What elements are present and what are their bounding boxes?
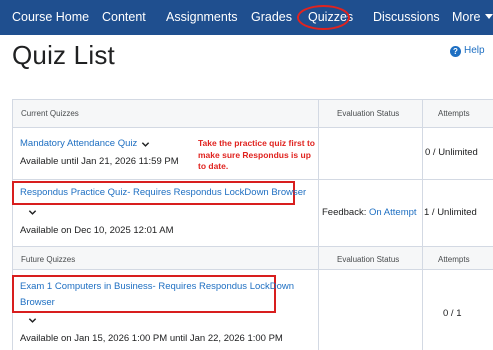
course-navbar: Course Home Content Assignments Grades Q… — [0, 0, 493, 35]
column-divider — [318, 100, 319, 350]
nav-more-label: More — [452, 10, 481, 24]
attempts-header-future: Attempts — [438, 255, 470, 264]
chevron-down-icon[interactable] — [28, 208, 37, 217]
nav-more[interactable]: More — [452, 10, 493, 24]
nav-course-home[interactable]: Course Home — [12, 10, 89, 24]
page-title: Quiz List — [12, 40, 115, 70]
evaluation-status-header-future: Evaluation Status — [337, 255, 400, 264]
evaluation-status: Feedback: On Attempt — [322, 207, 417, 218]
quiz-link-mandatory-attendance[interactable]: Mandatory Attendance Quiz — [20, 138, 137, 149]
instructor-note: Take the practice quiz first to make sur… — [198, 138, 315, 171]
quiz-link-respondus-practice[interactable]: Respondus Practice Quiz- Requires Respon… — [20, 187, 306, 198]
nav-assignments[interactable]: Assignments — [166, 10, 238, 24]
chevron-down-icon — [485, 14, 493, 20]
quiz-link-exam-1-continued[interactable]: Browser — [20, 297, 55, 308]
current-quizzes-header: Current Quizzes — [21, 109, 79, 118]
evaluation-status-header: Evaluation Status — [337, 109, 400, 118]
nav-discussions[interactable]: Discussions — [373, 10, 440, 24]
help-circle-icon: ? — [450, 46, 461, 57]
chevron-down-icon[interactable] — [141, 140, 150, 149]
column-divider — [422, 100, 423, 350]
row-divider — [13, 179, 493, 180]
nav-content[interactable]: Content — [102, 10, 146, 24]
nav-grades[interactable]: Grades — [251, 10, 292, 24]
quiz-availability: Available on Dec 10, 2025 12:01 AM — [20, 225, 174, 236]
attempts-header: Attempts — [438, 109, 470, 118]
help-label: Help — [464, 45, 485, 56]
future-quizzes-header: Future Quizzes — [21, 255, 76, 264]
help-link[interactable]: ? Help — [450, 45, 485, 57]
current-quizzes-header-row — [13, 100, 493, 128]
feedback-label: Feedback: — [322, 207, 367, 218]
quiz-attempts: 0 / 1 — [443, 308, 462, 319]
quizzes-highlight-circle — [297, 5, 350, 30]
future-quizzes-header-row — [13, 246, 493, 270]
quiz-availability: Available until Jan 21, 2026 11:59 PM — [20, 156, 179, 167]
quiz-availability: Available on Jan 15, 2026 1:00 PM until … — [20, 333, 283, 344]
quiz-link-exam-1[interactable]: Exam 1 Computers in Business- Requires R… — [20, 281, 294, 292]
quiz-attempts: 1 / Unlimited — [424, 207, 477, 218]
chevron-down-icon[interactable] — [28, 316, 37, 325]
feedback-link[interactable]: On Attempt — [369, 207, 417, 218]
quiz-attempts: 0 / Unlimited — [425, 147, 478, 158]
